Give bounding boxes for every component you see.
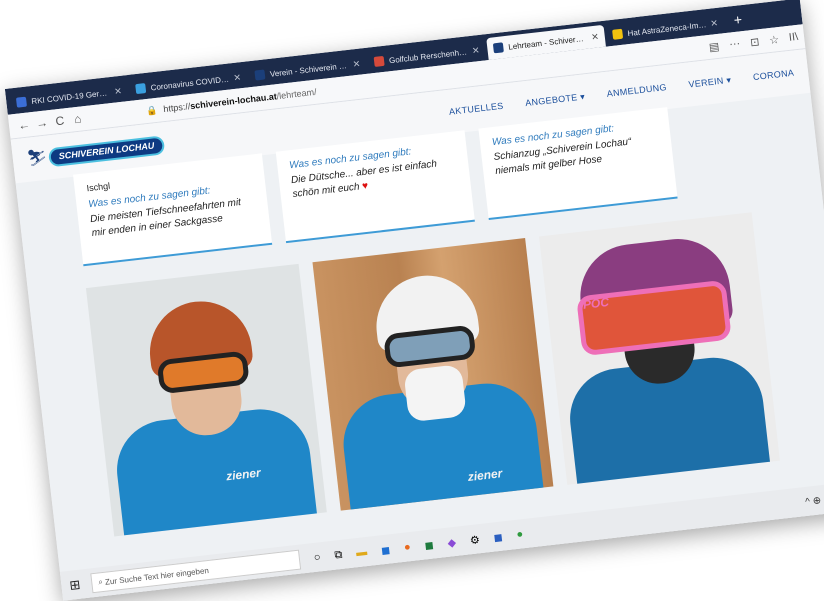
word-icon[interactable]: ◼ <box>493 530 503 544</box>
lock-icon: 🔒 <box>145 104 158 116</box>
forward-button[interactable]: → <box>32 115 51 131</box>
url-host: schiverein-lochau.at <box>189 91 278 112</box>
site-logo[interactable]: ⛷ SCHIVEREIN LOCHAU <box>26 133 166 170</box>
menu-corona[interactable]: CORONA <box>752 67 794 83</box>
team-photo: POC <box>538 212 780 485</box>
settings-icon[interactable]: ⚙ <box>469 533 480 547</box>
cortana-icon[interactable]: ○ <box>313 551 321 565</box>
star-icon[interactable]: ☆ <box>768 33 780 47</box>
heart-icon: ♥ <box>361 180 369 193</box>
taskbar-apps: ○ ⧉ ▬ ◼ ● ◼ ◆ ⚙ ◼ ● <box>313 528 524 565</box>
team-photo: ziener <box>85 263 327 537</box>
logo-text: SCHIVEREIN LOCHAU <box>47 134 166 167</box>
search-icon: ⌕ <box>97 577 104 587</box>
task-view-icon[interactable]: ⧉ <box>334 548 343 562</box>
url-path: /lehrteam/ <box>276 86 318 102</box>
app-icon[interactable]: ◆ <box>447 535 457 549</box>
firefox-icon[interactable]: ● <box>403 541 411 555</box>
home-button[interactable]: ⌂ <box>68 111 87 127</box>
taskbar-search-input[interactable]: ⌕ Zur Suche Text hier eingeben <box>90 549 302 594</box>
back-button[interactable]: ← <box>14 117 33 133</box>
new-tab-button[interactable]: + <box>725 10 751 33</box>
reload-button[interactable]: C <box>50 113 69 129</box>
news-icon <box>612 28 624 40</box>
close-icon[interactable]: ✕ <box>471 45 480 57</box>
toolbar-right: ▤ ··· ⊡ ☆ II\ <box>708 30 799 53</box>
chrome-icon[interactable]: ● <box>516 528 524 542</box>
screen: RKI COVID-19 Germany ✕ Coronavirus COVID-… <box>4 0 824 601</box>
pocket-icon[interactable]: ⊡ <box>749 35 760 49</box>
reader-icon[interactable]: ▤ <box>708 39 720 53</box>
web-page: ⛷ SCHIVEREIN LOCHAU AKTUELLES ANGEBOTE ▾… <box>10 49 824 601</box>
close-icon[interactable]: ✕ <box>352 58 361 70</box>
url-scheme: https:// <box>162 101 191 115</box>
menu-aktuelles[interactable]: AKTUELLES <box>448 100 504 117</box>
schiverein-icon <box>254 69 266 81</box>
close-icon[interactable]: ✕ <box>233 72 242 84</box>
menu-angebote[interactable]: ANGEBOTE ▾ <box>525 91 586 109</box>
golf-icon <box>373 55 385 67</box>
menu-verein[interactable]: VEREIN ▾ <box>688 74 732 90</box>
skier-icon: ⛷ <box>26 148 49 168</box>
windows-start-icon[interactable]: ⊞ <box>69 575 93 593</box>
team-photo: ziener <box>312 238 554 511</box>
face-mask-shape <box>403 364 467 423</box>
outlook-icon[interactable]: ◼ <box>380 543 390 557</box>
menu-anmeldung[interactable]: ANMELDUNG <box>606 82 667 100</box>
excel-icon[interactable]: ◼ <box>424 538 434 552</box>
rki-icon <box>15 96 28 108</box>
close-icon[interactable]: ✕ <box>710 17 719 29</box>
schiverein-icon <box>492 42 504 54</box>
system-tray[interactable]: ^ ⊕ ☁ ⌁ <box>805 492 824 507</box>
dashboard-icon <box>135 83 147 95</box>
brand-label: POC <box>582 295 610 312</box>
more-icon[interactable]: ··· <box>729 37 741 51</box>
file-explorer-icon[interactable]: ▬ <box>355 545 367 559</box>
library-icon[interactable]: II\ <box>788 30 799 44</box>
close-icon[interactable]: ✕ <box>591 31 600 43</box>
close-icon[interactable]: ✕ <box>114 85 123 97</box>
search-placeholder: Zur Suche Text hier eingeben <box>104 565 210 587</box>
